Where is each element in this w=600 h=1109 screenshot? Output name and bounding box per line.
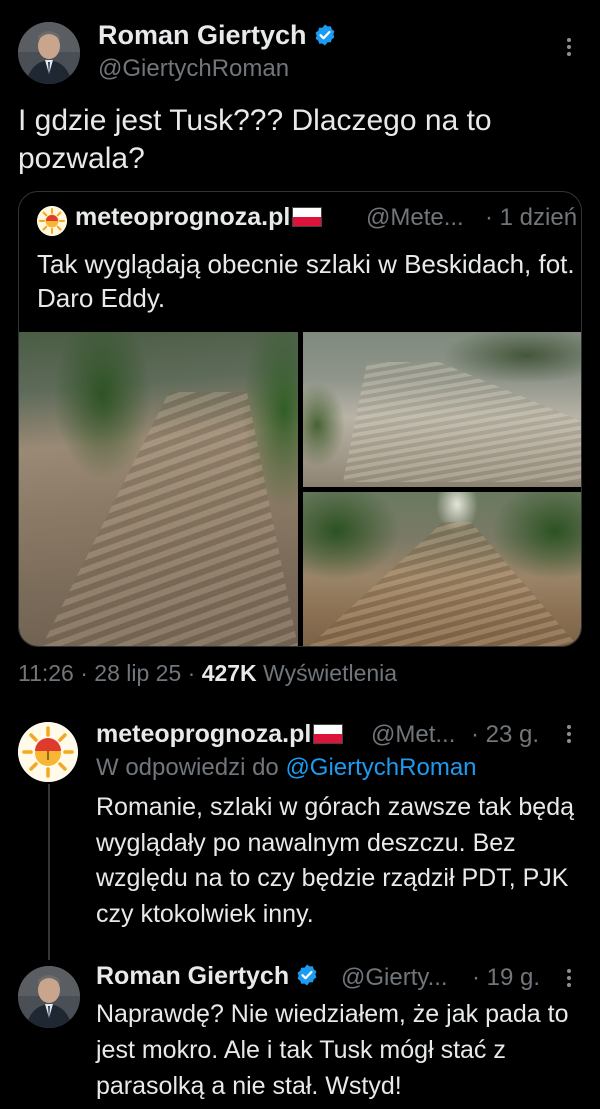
view-count: 427K (201, 660, 257, 686)
reply-author-name-text: meteoprognoza.pl (96, 720, 312, 748)
sun-logo-icon (18, 722, 78, 782)
tweet-text: I gdzie jest Tusk??? Dlaczego na to pozw… (18, 104, 492, 175)
author-avatar[interactable] (18, 22, 80, 84)
muddy-trail-photo[interactable] (19, 332, 298, 646)
reply-author-name-text: Roman Giertych (96, 962, 290, 990)
tweet-timestamp[interactable]: 11:26 · 28 lip 25 · (18, 660, 202, 686)
replying-to-label: W odpowiedzi do (96, 754, 286, 781)
person-avatar-icon (18, 22, 80, 84)
quoted-author-name[interactable]: meteoprognoza.pl (75, 203, 323, 232)
verified-badge-icon (313, 23, 337, 47)
reply-timestamp[interactable]: · 19 g. (472, 964, 540, 992)
thread-connector-line (48, 784, 50, 960)
quoted-author-avatar[interactable] (37, 206, 67, 236)
reply-author-name[interactable]: meteoprognoza.pl (96, 720, 344, 749)
tweet-meta: 11:26 · 28 lip 25 · 427K Wyświetlenia (18, 660, 397, 687)
muddy-forest-road-photo[interactable] (303, 492, 581, 646)
replying-to-handle-link[interactable]: @GiertychRoman (285, 754, 476, 781)
quoted-author-handle[interactable]: @Mete... (366, 204, 464, 232)
reply-author-name[interactable]: Roman Giertych (96, 962, 319, 991)
author-name[interactable]: Roman Giertych (98, 20, 337, 51)
flooded-road-photo[interactable] (303, 332, 581, 487)
more-options-icon[interactable] (560, 722, 578, 746)
quoted-tweet-card[interactable]: meteoprognoza.pl @Mete... · 1 dzień Tak … (18, 191, 582, 647)
reply-author-handle[interactable]: @Gierty... (341, 964, 448, 992)
reply-author-avatar[interactable] (18, 722, 78, 782)
sun-logo-icon (37, 206, 67, 236)
quoted-tweet-text: Tak wyglądają obecnie szlaki w Beskidach… (37, 249, 575, 313)
verified-badge-icon (295, 963, 319, 987)
poland-flag-icon (313, 724, 344, 744)
more-options-icon[interactable] (560, 966, 578, 990)
quoted-author-name-text: meteoprognoza.pl (75, 203, 291, 231)
more-options-icon[interactable] (560, 34, 578, 60)
reply-text: Naprawdę? Nie wiedziałem, że jak pada to… (96, 1000, 569, 1100)
views-label: Wyświetlenia (256, 660, 398, 686)
reply-text: Romanie, szlaki w górach zawsze tak będą… (96, 793, 575, 928)
replying-to: W odpowiedzi do @GiertychRoman (96, 754, 477, 782)
reply-author-avatar[interactable] (18, 966, 80, 1028)
author-name-text: Roman Giertych (98, 20, 307, 50)
person-avatar-icon (18, 966, 80, 1028)
author-handle[interactable]: @GiertychRoman (98, 55, 289, 83)
reply-author-handle[interactable]: @Met... (371, 721, 455, 749)
poland-flag-icon (292, 207, 323, 227)
reply-timestamp[interactable]: · 23 g. (471, 721, 539, 749)
quoted-timestamp[interactable]: · 1 dzień (485, 204, 577, 232)
